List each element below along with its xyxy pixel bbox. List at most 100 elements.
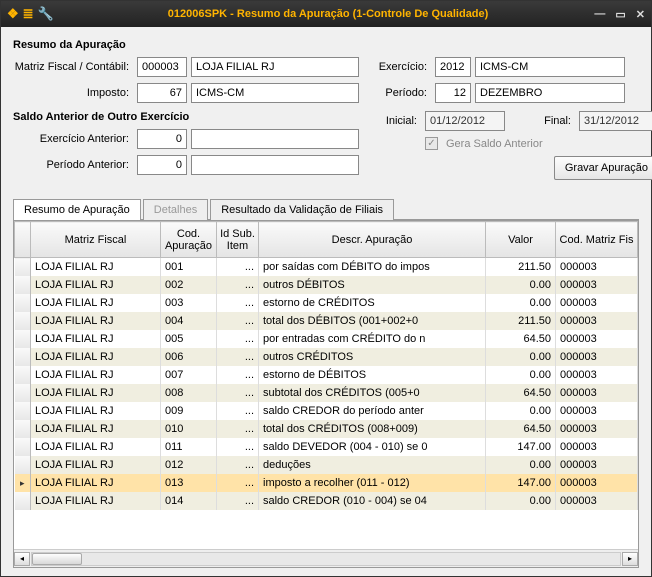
grid-col-desc[interactable]: Descr. Apuração [259,222,486,258]
row-header-cell[interactable] [15,258,31,276]
row-header-cell[interactable] [15,402,31,420]
cell-matriz: LOJA FILIAL RJ [31,294,161,312]
table-row[interactable]: LOJA FILIAL RJ002...outros DÉBITOS0.0000… [15,276,638,294]
cell-valor: 211.50 [486,312,556,330]
row-header-cell[interactable] [15,492,31,510]
apuracao-grid[interactable]: Matriz Fiscal Cod. Apuração Id Sub. Item… [14,221,638,510]
periodo-nome-input[interactable] [475,83,625,103]
grid-col-sub[interactable]: Id Sub. Item [217,222,259,258]
table-row[interactable]: LOJA FILIAL RJ011...saldo DEVEDOR (004 -… [15,438,638,456]
exercicio-nome-input[interactable] [475,57,625,77]
grid-col-valor[interactable]: Valor [486,222,556,258]
scroll-thumb[interactable] [32,553,82,565]
cell-desc: estorno de DÉBITOS [259,366,486,384]
cell-matriz: LOJA FILIAL RJ [31,258,161,276]
section-saldo-header: Saldo Anterior de Outro Exercício [13,111,363,123]
row-header-cell[interactable] [15,330,31,348]
cell-valor: 147.00 [486,474,556,492]
cell-valor: 147.00 [486,438,556,456]
cell-matriz: LOJA FILIAL RJ [31,402,161,420]
matriz-nome-input[interactable] [191,57,359,77]
row-header-cell[interactable] [15,348,31,366]
cell-matriz: LOJA FILIAL RJ [31,348,161,366]
titlebar[interactable]: ❖ ≣ 🔧 012006SPK - Resumo da Apuração (1-… [1,1,651,27]
tab-resultado[interactable]: Resultado da Validação de Filiais [210,199,394,220]
grid-col-cmf[interactable]: Cod. Matriz Fis [556,222,638,258]
cell-sub: ... [217,456,259,474]
cell-valor: 0.00 [486,276,556,294]
row-header-cell[interactable] [15,366,31,384]
cell-desc: estorno de CRÉDITOS [259,294,486,312]
gravar-apuracao-button[interactable]: Gravar Apuração [554,156,652,180]
grid-hscrollbar[interactable]: ◂ ▸ [14,549,638,567]
cell-cod: 004 [161,312,217,330]
maximize-button[interactable]: ▭ [615,8,625,21]
cell-desc: total dos CRÉDITOS (008+009) [259,420,486,438]
cell-sub: ... [217,276,259,294]
tree-icon[interactable]: ❖ [7,6,19,22]
cell-cmf: 000003 [556,312,638,330]
table-row[interactable]: LOJA FILIAL RJ001...por saídas com DÉBIT… [15,258,638,276]
periodo-cod-input[interactable] [435,83,471,103]
cell-sub: ... [217,492,259,510]
cell-cod: 014 [161,492,217,510]
table-row[interactable]: LOJA FILIAL RJ012...deduções0.00000003 [15,456,638,474]
table-row[interactable]: LOJA FILIAL RJ014...saldo CREDOR (010 - … [15,492,638,510]
table-row[interactable]: LOJA FILIAL RJ010...total dos CRÉDITOS (… [15,420,638,438]
table-row[interactable]: LOJA FILIAL RJ003...estorno de CRÉDITOS0… [15,294,638,312]
row-header-cell[interactable] [15,474,31,492]
table-row[interactable]: LOJA FILIAL RJ009...saldo CREDOR do perí… [15,402,638,420]
data-final-input [579,111,652,131]
table-row[interactable]: LOJA FILIAL RJ005...por entradas com CRÉ… [15,330,638,348]
stack-icon[interactable]: ≣ [23,6,34,22]
row-header-cell[interactable] [15,312,31,330]
close-button[interactable]: ✕ [636,8,645,21]
cell-cmf: 000003 [556,492,638,510]
grid-container: Matriz Fiscal Cod. Apuração Id Sub. Item… [13,220,639,568]
cell-valor: 0.00 [486,294,556,312]
matriz-cod-input[interactable] [137,57,187,77]
scroll-left-button[interactable]: ◂ [14,552,30,566]
label-periodo-ant: Período Anterior: [13,159,133,171]
wrench-icon[interactable]: 🔧 [38,6,54,22]
grid-col-matriz[interactable]: Matriz Fiscal [31,222,161,258]
cell-desc: saldo CREDOR (010 - 004) se 04 [259,492,486,510]
row-header-cell[interactable] [15,276,31,294]
minimize-button[interactable]: — [594,8,605,21]
cell-matriz: LOJA FILIAL RJ [31,474,161,492]
cell-desc: outros CRÉDITOS [259,348,486,366]
tab-detalhes: Detalhes [143,199,208,220]
gera-saldo-checkbox: ✓ [425,137,438,150]
scroll-track[interactable] [31,552,621,566]
row-header-cell[interactable] [15,456,31,474]
label-final: Final: [527,115,575,127]
row-header-cell[interactable] [15,438,31,456]
scroll-right-button[interactable]: ▸ [622,552,638,566]
table-row[interactable]: LOJA FILIAL RJ008...subtotal dos CRÉDITO… [15,384,638,402]
cell-cod: 006 [161,348,217,366]
row-header-cell[interactable] [15,294,31,312]
table-row[interactable]: LOJA FILIAL RJ013...imposto a recolher (… [15,474,638,492]
exercicio-cod-input[interactable] [435,57,471,77]
exercicio-ant-desc-input[interactable] [191,129,359,149]
table-row[interactable]: LOJA FILIAL RJ006...outros CRÉDITOS0.000… [15,348,638,366]
cell-matriz: LOJA FILIAL RJ [31,438,161,456]
tab-resumo[interactable]: Resumo de Apuração [13,199,141,220]
periodo-ant-desc-input[interactable] [191,155,359,175]
periodo-ant-input[interactable] [137,155,187,175]
grid-col-cod[interactable]: Cod. Apuração [161,222,217,258]
table-row[interactable]: LOJA FILIAL RJ007...estorno de DÉBITOS0.… [15,366,638,384]
cell-sub: ... [217,402,259,420]
cell-desc: saldo DEVEDOR (004 - 010) se 0 [259,438,486,456]
table-row[interactable]: LOJA FILIAL RJ004...total dos DÉBITOS (0… [15,312,638,330]
imposto-cod-input[interactable] [137,83,187,103]
cell-matriz: LOJA FILIAL RJ [31,420,161,438]
app-window: ❖ ≣ 🔧 012006SPK - Resumo da Apuração (1-… [0,0,652,577]
cell-matriz: LOJA FILIAL RJ [31,312,161,330]
exercicio-ant-input[interactable] [137,129,187,149]
imposto-nome-input[interactable] [191,83,359,103]
cell-sub: ... [217,384,259,402]
row-header-cell[interactable] [15,384,31,402]
cell-cmf: 000003 [556,456,638,474]
row-header-cell[interactable] [15,420,31,438]
